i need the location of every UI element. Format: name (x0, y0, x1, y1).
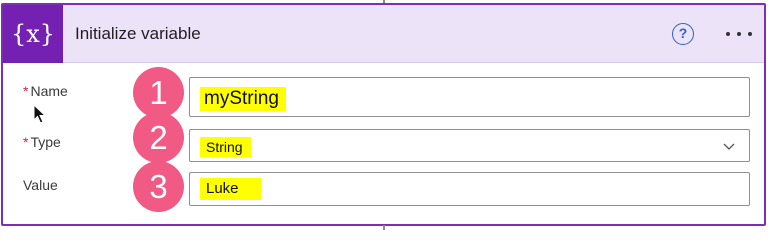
value-input[interactable]: Luke (189, 172, 750, 206)
name-input[interactable]: myString (189, 77, 750, 117)
type-label: * Type (23, 134, 61, 150)
name-label-text: Name (30, 83, 68, 99)
ellipsis-icon-dot (737, 32, 741, 36)
flow-connector-bottom (383, 225, 385, 230)
chevron-down-icon (723, 143, 735, 150)
type-dropdown[interactable]: String (189, 129, 750, 162)
annotation-badge-2: 2 (133, 112, 184, 163)
mouse-pointer-icon (33, 104, 47, 124)
variable-icon-glyph: {x} (11, 20, 55, 48)
question-circle-icon[interactable]: ? (672, 23, 694, 45)
value-label: Value (23, 177, 58, 193)
name-label: * Name (23, 83, 68, 99)
required-marker: * (23, 134, 29, 150)
ellipsis-icon-dot (726, 32, 730, 36)
card-header[interactable]: {x} Initialize variable ? (3, 5, 764, 63)
more-options-button[interactable] (721, 23, 757, 45)
type-dropdown-value: String (200, 137, 251, 157)
annotation-badge-3: 3 (133, 161, 184, 212)
type-label-text: Type (30, 134, 61, 150)
initialize-variable-card: {x} Initialize variable ? * Name myString… (1, 3, 766, 226)
ellipsis-icon-dot (748, 32, 752, 36)
curly-braces-variable-icon: {x} (3, 5, 63, 63)
required-marker: * (23, 83, 29, 99)
value-input-value: Luke (200, 178, 261, 200)
annotation-badge-1: 1 (133, 67, 184, 118)
card-title: Initialize variable (75, 24, 201, 43)
name-input-value: myString (200, 87, 286, 111)
